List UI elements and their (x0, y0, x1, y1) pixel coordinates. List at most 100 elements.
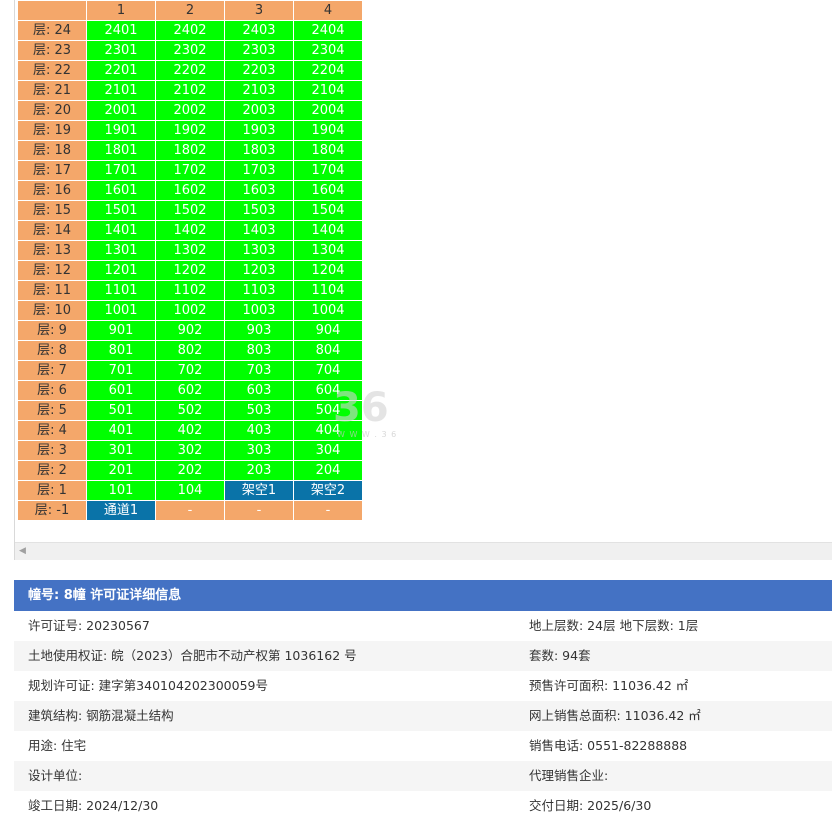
unit-cell[interactable]: 801 (86, 340, 156, 361)
unit-cell[interactable]: 2203 (224, 60, 294, 81)
floor-label: 层: 11 (17, 280, 87, 301)
unit-cell[interactable]: 架空2 (293, 480, 363, 501)
unit-cell[interactable]: 1904 (293, 120, 363, 141)
unit-cell[interactable]: 701 (86, 360, 156, 381)
permit-info-title: 幢号: 8幢 许可证详细信息 (14, 580, 832, 611)
unit-cell[interactable]: 1502 (155, 200, 225, 221)
unit-cell[interactable]: 601 (86, 380, 156, 401)
unit-cell[interactable]: 104 (155, 480, 225, 501)
unit-cell[interactable]: 2301 (86, 40, 156, 61)
unit-cell[interactable]: 1404 (293, 220, 363, 241)
unit-cell[interactable]: 1002 (155, 300, 225, 321)
unit-cell[interactable]: 2104 (293, 80, 363, 101)
unit-cell[interactable]: 602 (155, 380, 225, 401)
unit-cell[interactable]: 1403 (224, 220, 294, 241)
unit-cell[interactable]: 1102 (155, 280, 225, 301)
unit-cell[interactable]: 503 (224, 400, 294, 421)
unit-cell[interactable]: 1304 (293, 240, 363, 261)
unit-cell[interactable]: 402 (155, 420, 225, 441)
unit-cell[interactable]: 2003 (224, 100, 294, 121)
unit-cell[interactable]: 704 (293, 360, 363, 381)
unit-cell[interactable]: 2401 (86, 20, 156, 41)
unit-cell[interactable]: 604 (293, 380, 363, 401)
unit-cell[interactable]: 403 (224, 420, 294, 441)
unit-cell[interactable]: 1901 (86, 120, 156, 141)
unit-cell[interactable]: 1604 (293, 180, 363, 201)
unit-cell[interactable]: 2204 (293, 60, 363, 81)
unit-cell[interactable]: 2403 (224, 20, 294, 41)
unit-cell[interactable]: 301 (86, 440, 156, 461)
unit-cell[interactable]: 204 (293, 460, 363, 481)
unit-cell[interactable]: 1902 (155, 120, 225, 141)
unit-cell[interactable]: 1302 (155, 240, 225, 261)
unit-cell[interactable]: 902 (155, 320, 225, 341)
unit-cell[interactable]: 2004 (293, 100, 363, 121)
unit-cell[interactable]: 2001 (86, 100, 156, 121)
unit-cell[interactable]: 2101 (86, 80, 156, 101)
unit-cell[interactable]: 2201 (86, 60, 156, 81)
unit-cell[interactable]: 通道1 (86, 500, 156, 521)
unit-cell[interactable]: 架空1 (224, 480, 294, 501)
unit-cell[interactable]: 2304 (293, 40, 363, 61)
unit-cell[interactable]: 302 (155, 440, 225, 461)
unit-cell[interactable]: 1504 (293, 200, 363, 221)
unit-cell[interactable]: 904 (293, 320, 363, 341)
unit-cell[interactable]: 1201 (86, 260, 156, 281)
unit-cell[interactable]: 703 (224, 360, 294, 381)
unit-cell[interactable]: 1301 (86, 240, 156, 261)
unit-cell[interactable]: 1103 (224, 280, 294, 301)
unit-cell[interactable]: 2102 (155, 80, 225, 101)
unit-cell[interactable]: 2202 (155, 60, 225, 81)
unit-cell[interactable]: 2402 (155, 20, 225, 41)
unit-cell[interactable]: 1803 (224, 140, 294, 161)
unit-cell[interactable]: 504 (293, 400, 363, 421)
unit-cell[interactable]: 2103 (224, 80, 294, 101)
unit-cell[interactable]: 502 (155, 400, 225, 421)
unit-cell[interactable]: 1303 (224, 240, 294, 261)
unit-cell[interactable]: 101 (86, 480, 156, 501)
unit-cell[interactable]: 1202 (155, 260, 225, 281)
unit-cell[interactable]: 1104 (293, 280, 363, 301)
unit-cell[interactable]: 901 (86, 320, 156, 341)
unit-cell[interactable]: 304 (293, 440, 363, 461)
unit-cell[interactable]: 1903 (224, 120, 294, 141)
unit-cell[interactable]: 1401 (86, 220, 156, 241)
unit-cell[interactable]: 1601 (86, 180, 156, 201)
unit-cell[interactable]: 803 (224, 340, 294, 361)
unit-cell[interactable]: 1402 (155, 220, 225, 241)
unit-cell[interactable]: 1602 (155, 180, 225, 201)
unit-cell[interactable]: 1703 (224, 160, 294, 181)
unit-cell[interactable]: 1203 (224, 260, 294, 281)
unit-cell[interactable]: 1802 (155, 140, 225, 161)
unit-cell[interactable]: 501 (86, 400, 156, 421)
unit-cell[interactable]: 201 (86, 460, 156, 481)
horizontal-scrollbar[interactable]: ◀ (15, 542, 832, 560)
unit-cell[interactable]: 1801 (86, 140, 156, 161)
unit-cell[interactable]: 1101 (86, 280, 156, 301)
unit-cell[interactable]: 804 (293, 340, 363, 361)
unit-cell[interactable]: 401 (86, 420, 156, 441)
unit-cell[interactable]: 1603 (224, 180, 294, 201)
unit-cell[interactable]: 1702 (155, 160, 225, 181)
unit-cell[interactable]: 1001 (86, 300, 156, 321)
unit-cell[interactable]: 702 (155, 360, 225, 381)
unit-cell[interactable]: 2404 (293, 20, 363, 41)
unit-cell[interactable]: 203 (224, 460, 294, 481)
unit-cell[interactable]: 1204 (293, 260, 363, 281)
unit-cell[interactable]: 2303 (224, 40, 294, 61)
unit-cell[interactable]: 2302 (155, 40, 225, 61)
scroll-left-icon[interactable]: ◀ (19, 546, 26, 556)
unit-cell[interactable]: 903 (224, 320, 294, 341)
unit-cell[interactable]: 1503 (224, 200, 294, 221)
unit-cell[interactable]: 802 (155, 340, 225, 361)
unit-cell[interactable]: 303 (224, 440, 294, 461)
unit-cell[interactable]: 2002 (155, 100, 225, 121)
unit-cell[interactable]: 1501 (86, 200, 156, 221)
unit-cell[interactable]: 1804 (293, 140, 363, 161)
unit-cell[interactable]: 1004 (293, 300, 363, 321)
unit-cell[interactable]: 1003 (224, 300, 294, 321)
unit-cell[interactable]: 202 (155, 460, 225, 481)
unit-cell[interactable]: 1701 (86, 160, 156, 181)
unit-cell[interactable]: 603 (224, 380, 294, 401)
unit-cell[interactable]: 1704 (293, 160, 363, 181)
